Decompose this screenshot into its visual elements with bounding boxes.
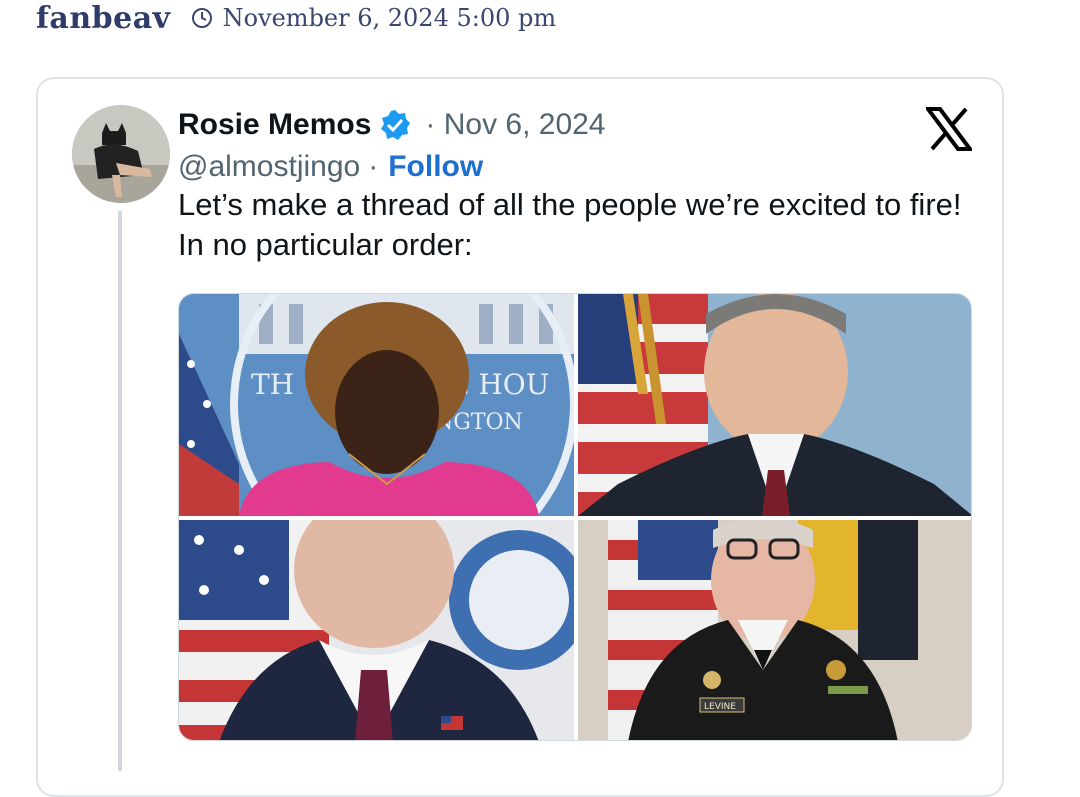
thread-line [118,211,122,771]
avatar[interactable] [72,105,170,203]
media-grid[interactable]: TH E HOU NGTON LEVINE [178,293,972,741]
verified-badge-icon [379,109,411,141]
separator: · [368,150,379,183]
follow-button[interactable]: Follow [388,150,483,184]
name-tag: LEVINE [704,702,736,712]
photo-2[interactable] [578,294,971,516]
tweet-text: Let’s make a thread of all the people we… [178,187,962,262]
post-author[interactable]: fanbeav [36,1,171,36]
tweet-header: Rosie Memos · Nov 6, 2024 [178,101,606,149]
post-meta: fanbeav November 6, 2024 5:00 pm [36,0,556,36]
clock-icon [191,7,213,29]
user-handle[interactable]: @almostjingo [178,150,360,184]
photo-4[interactable]: LEVINE [578,520,971,740]
x-logo-icon[interactable] [924,107,974,151]
display-name[interactable]: Rosie Memos [178,108,371,142]
photo-1[interactable]: TH E HOU NGTON [179,294,574,516]
post-date: November 6, 2024 5:00 pm [222,4,557,32]
embedded-tweet-card[interactable]: Rosie Memos · Nov 6, 2024 @almostjingo ·… [36,77,1004,797]
tweet-date[interactable]: · Nov 6, 2024 [425,108,605,142]
photo-3[interactable] [179,520,574,740]
handle-row: @almostjingo · Follow [178,145,483,189]
sign-text-1: TH [251,368,294,401]
